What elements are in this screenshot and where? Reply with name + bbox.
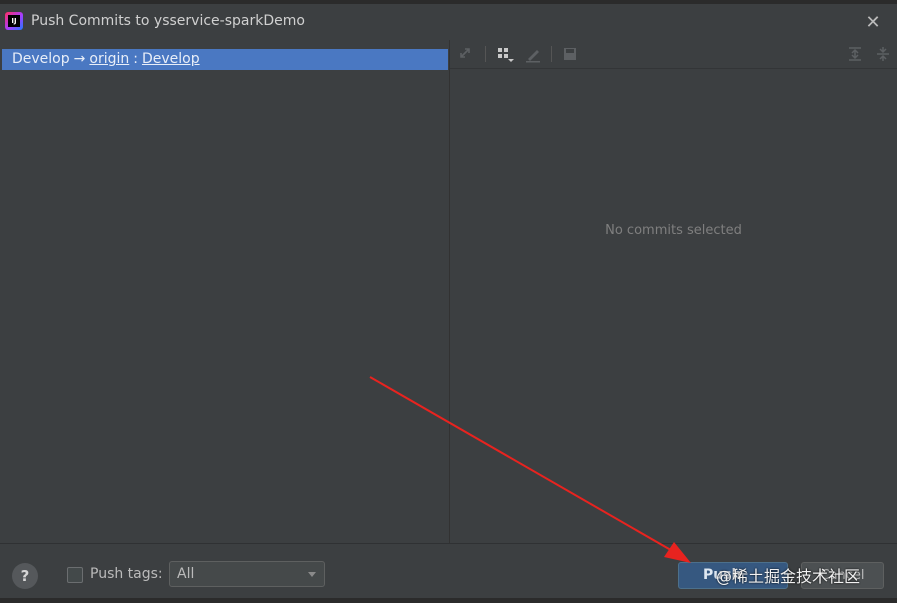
chevron-down-icon	[308, 572, 316, 577]
help-button[interactable]: ?	[12, 563, 38, 589]
push-arrow-icon: →	[73, 51, 86, 67]
expand-all-icon[interactable]	[846, 45, 864, 63]
collapse-all-icon[interactable]	[874, 45, 892, 63]
window-title: Push Commits to ysservice-sparkDemo	[31, 13, 305, 29]
local-branch-name: Develop	[12, 51, 70, 67]
save-icon[interactable]	[561, 45, 579, 63]
remote-branch-link[interactable]: Develop	[142, 49, 200, 70]
push-tags-label: Push tags:	[90, 566, 163, 582]
remote-name-link[interactable]: origin	[89, 49, 129, 70]
footer-separator	[0, 543, 897, 544]
edit-icon[interactable]	[524, 45, 542, 63]
commit-details-panel: No commits selected	[450, 40, 897, 543]
push-branch-row[interactable]: Develop → origin: Develop	[2, 49, 448, 70]
push-tree-panel: Develop → origin: Develop	[0, 46, 449, 543]
no-commits-message: No commits selected	[605, 223, 742, 238]
group-by-icon[interactable]	[496, 45, 514, 63]
details-toolbar	[450, 40, 897, 69]
remote-separator: :	[133, 51, 138, 67]
watermark-text: @稀土掘金技术社区	[716, 567, 861, 586]
app-logo-icon: IJ	[5, 12, 23, 30]
toolbar-separator	[551, 46, 552, 62]
window-bottom-edge	[0, 598, 897, 603]
push-tags-checkbox[interactable]	[67, 567, 83, 583]
close-icon[interactable]: ✕	[862, 12, 884, 34]
expand-arrows-icon[interactable]	[457, 45, 475, 63]
title-bar: IJ Push Commits to ysservice-sparkDemo ✕	[0, 4, 897, 40]
tags-select[interactable]: All	[169, 561, 325, 587]
toolbar-separator	[485, 46, 486, 62]
tags-select-value: All	[177, 566, 195, 582]
